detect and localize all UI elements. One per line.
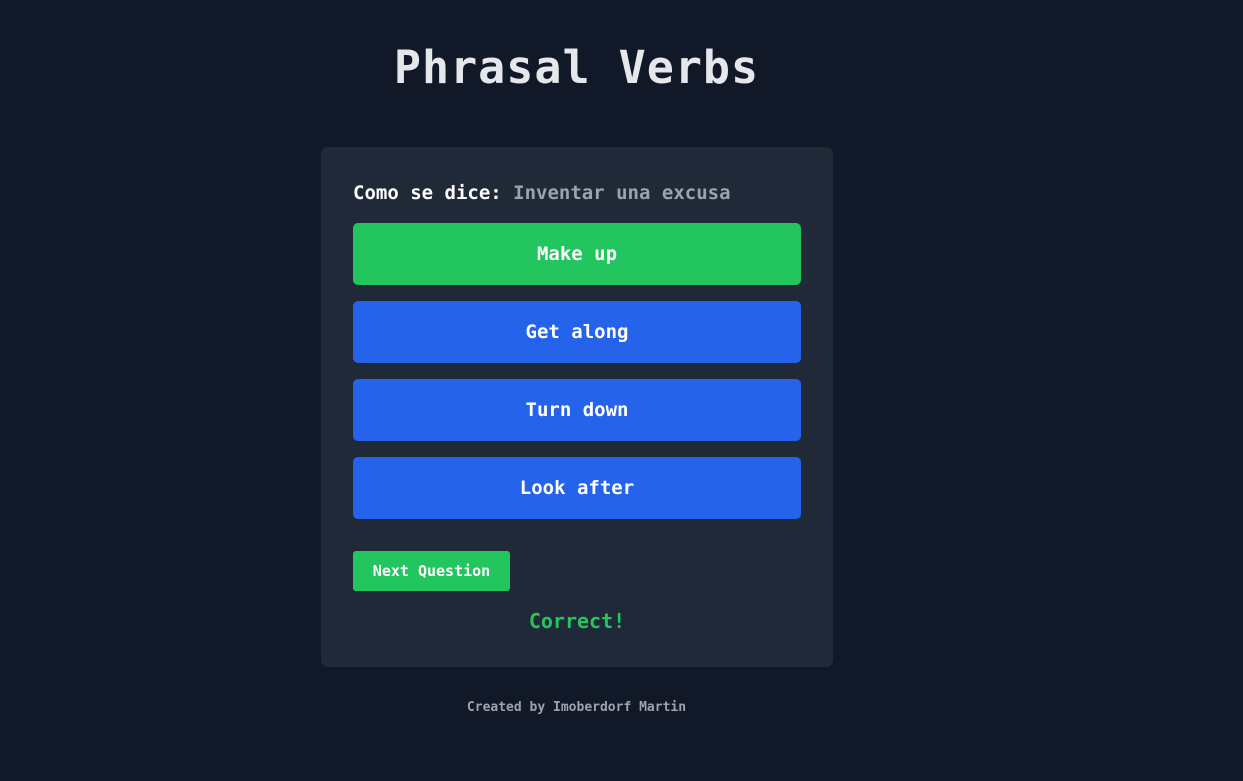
footer-credit: Created by Imoberdorf Martin bbox=[466, 700, 687, 715]
next-question-button[interactable]: Next Question bbox=[353, 551, 510, 591]
option-button-turn-down[interactable]: Turn down bbox=[353, 379, 801, 441]
question: Como se dice: Inventar una excusa bbox=[353, 180, 731, 206]
option-button-get-along[interactable]: Get along bbox=[353, 301, 801, 363]
option-button-make-up[interactable]: Make up bbox=[353, 223, 801, 285]
question-label: Como se dice: bbox=[353, 182, 502, 204]
quiz-card: Como se dice: Inventar una excusa Make u… bbox=[321, 147, 833, 667]
page: Phrasal Verbs Como se dice: Inventar una… bbox=[0, 0, 1243, 781]
question-text: Inventar una excusa bbox=[513, 182, 731, 204]
page-title: Phrasal Verbs bbox=[393, 41, 760, 94]
option-button-look-after[interactable]: Look after bbox=[353, 457, 801, 519]
feedback-message: Correct! bbox=[528, 609, 626, 633]
